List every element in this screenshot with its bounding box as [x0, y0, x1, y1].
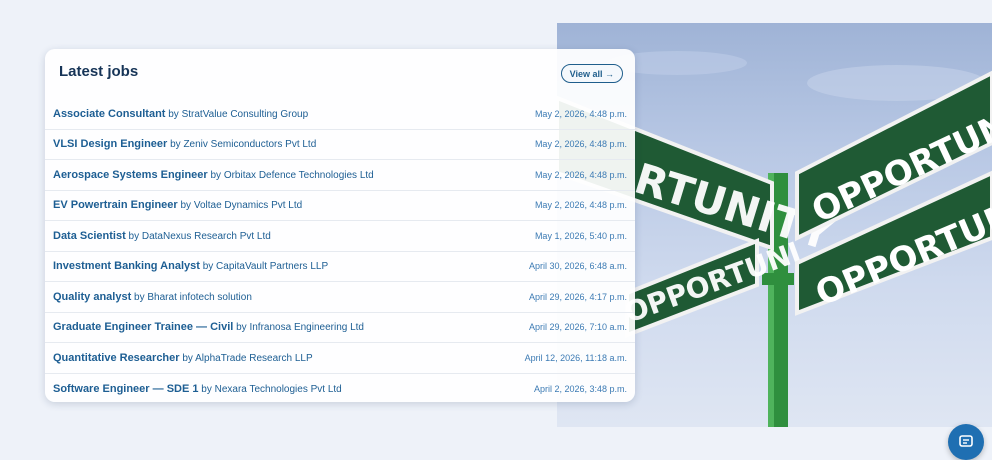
job-row[interactable]: VLSI Design Engineer by Zeniv Semiconduc…: [45, 130, 635, 160]
job-date: May 2, 2026, 4:48 p.m.: [534, 169, 627, 180]
job-by-label: by: [182, 352, 193, 364]
job-row[interactable]: Associate Consultant by StratValue Consu…: [45, 99, 635, 130]
latest-jobs-card: Latest jobs View all → Associate Consult…: [45, 49, 635, 402]
job-company: AlphaTrade Research LLP: [195, 352, 313, 364]
job-row[interactable]: Graduate Engineer Trainee — Civil by Inf…: [45, 313, 635, 343]
job-by-label: by: [168, 108, 179, 120]
job-company: Orbitax Defence Technologies Ltd: [223, 169, 374, 181]
job-title-link[interactable]: Graduate Engineer Trainee — Civil: [53, 321, 233, 333]
job-title-link[interactable]: Quantitative Researcher: [53, 352, 180, 364]
job-by-label: by: [180, 200, 192, 212]
job-company: Nexara Technologies Pvt Ltd: [214, 383, 342, 395]
job-title-link[interactable]: Data Scientist: [53, 230, 126, 242]
job-date: May 1, 2026, 5:40 p.m.: [534, 230, 627, 241]
job-row[interactable]: Quantitative Researcher by AlphaTrade Re…: [45, 343, 635, 374]
job-row[interactable]: Quality analyst by Bharat infotech solut…: [45, 282, 635, 313]
chat-button[interactable]: [948, 424, 984, 460]
job-company: Infranosa Engineering Ltd: [249, 322, 364, 334]
job-date: May 2, 2026, 4:48 p.m.: [534, 139, 627, 150]
job-date: April 12, 2026, 11:18 a.m.: [524, 352, 627, 363]
job-by-label: by: [170, 139, 181, 151]
job-row[interactable]: Software Engineer — SDE 1 by Nexara Tech…: [45, 374, 635, 405]
job-date: April 29, 2026, 4:17 p.m.: [528, 291, 627, 302]
chat-icon: [959, 435, 973, 447]
job-company: Bharat infotech solution: [147, 291, 252, 303]
job-title-link[interactable]: Quality analyst: [53, 291, 131, 303]
jobs-list: Associate Consultant by StratValue Consu…: [45, 99, 635, 404]
job-title-link[interactable]: VLSI Design Engineer: [53, 138, 167, 150]
job-by-label: by: [128, 230, 140, 242]
job-row[interactable]: Investment Banking Analyst by CapitaVaul…: [45, 252, 635, 282]
job-title-link[interactable]: EV Powertrain Engineer: [53, 199, 178, 211]
job-title-link[interactable]: Software Engineer — SDE 1: [53, 383, 198, 395]
job-date: April 2, 2026, 3:48 p.m.: [533, 383, 627, 394]
job-company: DataNexus Research Pvt Ltd: [141, 230, 271, 242]
job-date: April 29, 2026, 7:10 a.m.: [528, 322, 627, 333]
job-row[interactable]: EV Powertrain Engineer by Voltae Dynamic…: [45, 191, 635, 221]
job-title-link[interactable]: Investment Banking Analyst: [53, 260, 200, 272]
card-title: Latest jobs: [59, 63, 139, 80]
job-row[interactable]: Aerospace Systems Engineer by Orbitax De…: [45, 160, 635, 191]
job-company: CapitaVault Partners LLP: [216, 261, 329, 273]
job-by-label: by: [202, 261, 214, 273]
job-company: Voltae Dynamics Pvt Ltd: [193, 200, 303, 212]
job-date: April 30, 2026, 6:48 a.m.: [528, 261, 627, 272]
job-company: Zeniv Semiconductors Pvt Ltd: [183, 139, 317, 151]
job-row[interactable]: Data Scientist by DataNexus Research Pvt…: [45, 221, 635, 252]
view-all-button[interactable]: View all →: [560, 64, 623, 83]
job-date: May 2, 2026, 4:48 p.m.: [534, 200, 627, 211]
job-by-label: by: [134, 291, 145, 303]
job-by-label: by: [201, 383, 212, 395]
job-title-link[interactable]: Aerospace Systems Engineer: [53, 169, 208, 181]
job-title-link[interactable]: Associate Consultant: [53, 108, 165, 120]
job-company: StratValue Consulting Group: [181, 108, 309, 120]
job-date: May 2, 2026, 4:48 p.m.: [534, 108, 627, 119]
job-by-label: by: [210, 169, 222, 181]
job-by-label: by: [236, 322, 247, 334]
